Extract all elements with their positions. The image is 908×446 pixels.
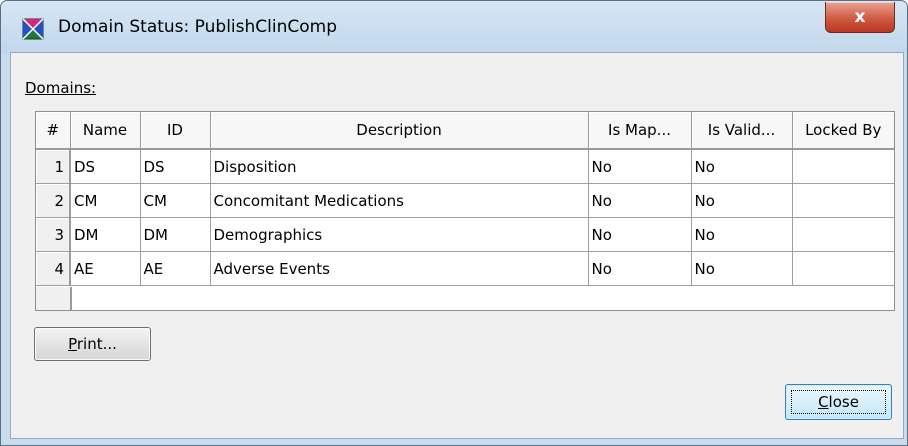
row-number[interactable]: 3 xyxy=(36,217,71,252)
domains-label-text: Domains: xyxy=(25,79,97,97)
cell-description[interactable]: Demographics xyxy=(210,217,589,252)
table-row[interactable]: 1 DS DS Disposition No No xyxy=(36,149,894,184)
cell-is-mapped[interactable]: No xyxy=(588,183,692,218)
cell-name[interactable]: CM xyxy=(70,183,141,218)
column-header-number[interactable]: # xyxy=(36,112,71,150)
window-title: Domain Status: PublishClinComp xyxy=(58,17,337,37)
cell-id[interactable]: AE xyxy=(140,251,211,286)
column-header-name[interactable]: Name xyxy=(70,112,141,150)
domain-status-window: Domain Status: PublishClinComp x Domains… xyxy=(0,0,908,446)
cell-name[interactable]: DM xyxy=(70,217,141,252)
cell-locked-by[interactable] xyxy=(792,149,894,184)
app-icon xyxy=(22,18,44,40)
focus-rectangle xyxy=(791,390,886,414)
title-bar[interactable]: Domain Status: PublishClinComp xyxy=(1,1,907,53)
cell-description[interactable]: Adverse Events xyxy=(210,251,589,286)
table-row[interactable]: 2 CM CM Concomitant Medications No No xyxy=(36,183,894,218)
print-mnemonic: P xyxy=(68,335,77,353)
row-number[interactable]: 1 xyxy=(36,149,71,184)
domains-label: Domains: xyxy=(25,79,96,97)
cell-id[interactable]: DM xyxy=(140,217,211,252)
empty-row-gutter xyxy=(36,287,72,310)
table-row[interactable]: 4 AE AE Adverse Events No No xyxy=(36,251,894,286)
domains-table[interactable]: # Name ID Description Is Map... Is Valid… xyxy=(35,111,895,311)
cell-is-valid[interactable]: No xyxy=(691,149,793,184)
cell-locked-by[interactable] xyxy=(792,183,894,218)
row-number[interactable]: 2 xyxy=(36,183,71,218)
cell-locked-by[interactable] xyxy=(792,251,894,286)
table-header-row: # Name ID Description Is Map... Is Valid… xyxy=(36,112,894,150)
window-close-button[interactable]: x xyxy=(825,2,895,33)
print-label: rint... xyxy=(76,335,117,353)
cell-id[interactable]: CM xyxy=(140,183,211,218)
print-button[interactable]: Print... xyxy=(34,327,151,361)
cell-name[interactable]: DS xyxy=(70,149,141,184)
cell-name[interactable]: AE xyxy=(70,251,141,286)
table-row[interactable]: 3 DM DM Demographics No No xyxy=(36,217,894,252)
cell-description[interactable]: Concomitant Medications xyxy=(210,183,589,218)
column-header-is-mapped[interactable]: Is Map... xyxy=(588,112,692,150)
cell-locked-by[interactable] xyxy=(792,217,894,252)
cell-is-valid[interactable]: No xyxy=(691,183,793,218)
cell-is-valid[interactable]: No xyxy=(691,217,793,252)
column-header-is-valid[interactable]: Is Valid... xyxy=(691,112,793,150)
close-button[interactable]: Close xyxy=(785,384,892,420)
row-number[interactable]: 4 xyxy=(36,251,71,286)
cell-is-valid[interactable]: No xyxy=(691,251,793,286)
cell-id[interactable]: DS xyxy=(140,149,211,184)
cell-is-mapped[interactable]: No xyxy=(588,149,692,184)
column-header-id[interactable]: ID xyxy=(140,112,211,150)
column-header-description[interactable]: Description xyxy=(210,112,589,150)
cell-description[interactable]: Disposition xyxy=(210,149,589,184)
column-header-locked-by[interactable]: Locked By xyxy=(792,112,894,150)
cell-is-mapped[interactable]: No xyxy=(588,217,692,252)
cell-is-mapped[interactable]: No xyxy=(588,251,692,286)
close-icon: x xyxy=(854,7,866,27)
